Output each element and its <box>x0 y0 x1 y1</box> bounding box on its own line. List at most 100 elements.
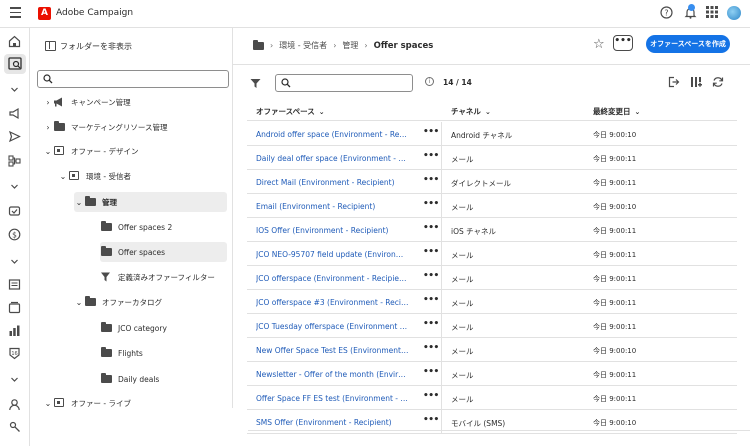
row-actions-button[interactable]: ••• <box>423 175 439 185</box>
home-icon[interactable] <box>8 35 22 49</box>
offer-space-name-link[interactable]: New Offer Space Test ES (Environment - R… <box>256 346 409 355</box>
chevron-down-icon[interactable] <box>8 180 22 194</box>
table-row[interactable]: Newsletter - Offer of the month (Environ… <box>247 362 737 386</box>
row-actions-button[interactable]: ••• <box>423 247 439 257</box>
row-actions-button[interactable]: ••• <box>423 223 439 233</box>
journey-icon[interactable] <box>8 154 22 168</box>
content-icon[interactable] <box>8 278 22 292</box>
table-row[interactable]: IOS Offer (Environment - Recipient) ••• iO… <box>247 218 737 242</box>
chevron-down-icon[interactable] <box>8 373 22 387</box>
more-actions-button[interactable]: ••• <box>613 35 633 51</box>
table-row[interactable]: JCO NEO-95707 field update (Environment … <box>247 242 737 266</box>
tree-item-label: Offer spaces 2 <box>118 222 173 232</box>
horizontal-scrollbar[interactable] <box>248 430 750 435</box>
send-icon[interactable] <box>8 130 22 144</box>
row-actions-button[interactable]: ••• <box>423 343 439 353</box>
row-actions-button[interactable]: ••• <box>423 415 439 425</box>
tree-item-campaign-management[interactable]: › キャンペーン管理 <box>43 92 131 112</box>
offer-space-name-link[interactable]: IOS Offer (Environment - Recipient) <box>256 226 409 235</box>
search-input[interactable] <box>275 74 413 92</box>
offer-space-name-link[interactable]: JCO offerspace #3 (Environment - Recipie… <box>256 298 409 307</box>
offer-space-name-link[interactable]: Newsletter - Offer of the month (Environ… <box>256 370 409 379</box>
chevron-right-icon[interactable]: › <box>43 123 53 132</box>
tree-item-marketing-resources[interactable]: › マーケティングリソース管理 <box>43 117 168 137</box>
avatar[interactable] <box>727 6 741 20</box>
breadcrumb-item[interactable]: 管理 <box>342 40 358 51</box>
panel-toggle-icon[interactable] <box>45 41 56 51</box>
row-actions-button[interactable]: ••• <box>423 127 439 137</box>
info-icon[interactable]: i <box>425 77 434 86</box>
user-icon[interactable] <box>8 398 22 412</box>
column-header-offer-space[interactable]: オファースペース ⌄ <box>256 106 325 117</box>
table-row[interactable]: Offer Space FF ES test (Environment - Re… <box>247 386 737 410</box>
table-row[interactable]: JCO Tuesday offerspace (Environment - Re… <box>247 314 737 338</box>
report-icon[interactable] <box>8 324 22 338</box>
table-row[interactable]: Android offer space (Environment - Recip… <box>247 122 737 146</box>
badge-icon[interactable]: 16 <box>8 347 22 361</box>
chevron-down-icon[interactable]: ⌄ <box>74 198 84 207</box>
column-header-last-modified[interactable]: 最終変更日 ⌄ <box>593 106 640 117</box>
row-actions-button[interactable]: ••• <box>423 199 439 209</box>
refresh-icon[interactable] <box>712 76 724 90</box>
offer-space-name-link[interactable]: SMS Offer (Environment - Recipient) <box>256 418 409 427</box>
row-actions-button[interactable]: ••• <box>423 295 439 305</box>
chevron-down-icon[interactable]: ⌄ <box>74 298 84 307</box>
offer-space-name-link[interactable]: Direct Mail (Environment - Recipient) <box>256 178 409 187</box>
explorer-icon[interactable] <box>4 54 26 74</box>
offer-space-name-link[interactable]: JCO NEO-95707 field update (Environment … <box>256 250 409 259</box>
folder-icon <box>53 121 67 133</box>
row-actions-button[interactable]: ••• <box>423 391 439 401</box>
offer-space-name-link[interactable]: Offer Space FF ES test (Environment - Re… <box>256 394 409 403</box>
tree-item-offer-catalog[interactable]: ⌄ オファーカタログ <box>74 292 162 312</box>
dollar-icon[interactable]: $ <box>8 228 22 242</box>
breadcrumb-item[interactable]: 環境 - 受信者 <box>279 40 327 51</box>
offer-space-name-link[interactable]: JCO offerspace (Environment - Recipient) <box>256 274 409 283</box>
row-actions-button[interactable]: ••• <box>423 319 439 329</box>
offer-space-name-link[interactable]: Android offer space (Environment - Recip… <box>256 130 409 139</box>
apps-grid-icon[interactable] <box>706 6 720 20</box>
chevron-right-icon[interactable]: › <box>43 98 53 107</box>
tree-item-admin[interactable]: ⌄ 管理 <box>74 192 227 212</box>
table-row[interactable]: Direct Mail (Environment - Recipient) •••… <box>247 170 737 194</box>
row-actions-button[interactable]: ••• <box>423 367 439 377</box>
star-icon[interactable]: ☆ <box>593 37 605 52</box>
settings-icon[interactable] <box>8 420 22 434</box>
campaign-icon[interactable] <box>8 107 22 121</box>
tree-item-predefined-filters[interactable]: 定義済みオファーフィルター <box>100 267 215 287</box>
create-offer-space-button[interactable]: オファースペースを作成 <box>646 35 730 53</box>
tree-item-jco-category[interactable]: JCO category <box>100 318 167 338</box>
row-actions-button[interactable]: ••• <box>423 271 439 281</box>
offer-space-name-link[interactable]: Daily deal offer space (Environment - Re… <box>256 154 409 163</box>
folder-icon[interactable] <box>253 40 264 50</box>
table-row[interactable]: JCO offerspace #3 (Environment - Recipie… <box>247 290 737 314</box>
export-icon[interactable] <box>668 76 680 90</box>
table-row[interactable]: New Offer Space Test ES (Environment - R… <box>247 338 737 362</box>
tree-item-offer-design[interactable]: ⌄ オファー - デザイン <box>43 141 138 161</box>
row-actions-button[interactable]: ••• <box>423 151 439 161</box>
table-row[interactable]: JCO offerspace (Environment - Recipient)… <box>247 266 737 290</box>
table-row[interactable]: Daily deal offer space (Environment - Re… <box>247 146 737 170</box>
columns-icon[interactable] <box>690 76 702 90</box>
menu-icon[interactable] <box>10 7 22 19</box>
chevron-down-icon[interactable] <box>8 83 22 97</box>
help-icon[interactable]: ? <box>660 6 674 20</box>
tree-item-flights[interactable]: Flights <box>100 343 143 363</box>
chevron-down-icon[interactable] <box>8 255 22 269</box>
tree-item-offer-live[interactable]: ⌄ オファー - ライブ <box>43 393 131 413</box>
filter-icon[interactable] <box>250 78 261 91</box>
tree-item-offer-spaces[interactable]: Offer spaces <box>100 242 227 262</box>
offer-icon[interactable] <box>8 205 22 219</box>
offer-space-name-link[interactable]: JCO Tuesday offerspace (Environment - Re… <box>256 322 409 331</box>
folder-search-input[interactable] <box>37 70 229 88</box>
library-icon[interactable] <box>8 301 22 315</box>
column-header-channel[interactable]: チャネル ⌄ <box>451 106 491 117</box>
tree-item-environment-recipient[interactable]: ⌄ 環境 - 受信者 <box>58 166 131 186</box>
tree-item-daily-deals[interactable]: Daily deals <box>100 369 159 389</box>
chevron-down-icon[interactable]: ⌄ <box>43 399 53 408</box>
tree-item-offer-spaces-2[interactable]: Offer spaces 2 <box>100 217 172 237</box>
hide-folders-button[interactable]: フォルダーを非表示 <box>60 41 132 52</box>
chevron-down-icon[interactable]: ⌄ <box>43 147 53 156</box>
chevron-down-icon[interactable]: ⌄ <box>58 172 68 181</box>
offer-space-name-link[interactable]: Email (Environment - Recipient) <box>256 202 409 211</box>
table-row[interactable]: Email (Environment - Recipient) ••• メール 今日 … <box>247 194 737 218</box>
